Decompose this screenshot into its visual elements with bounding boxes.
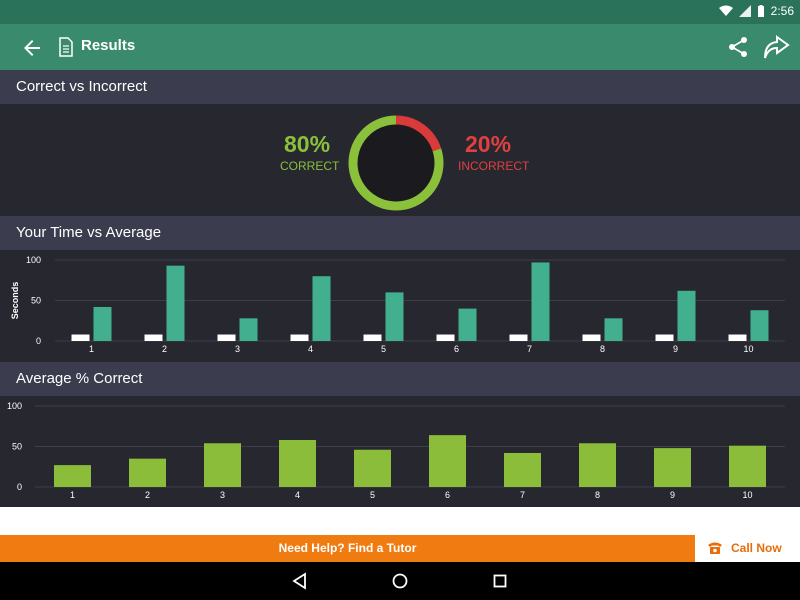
incorrect-label: INCORRECT xyxy=(458,159,530,173)
arrow-back-icon[interactable] xyxy=(20,36,44,60)
forward-icon[interactable] xyxy=(762,34,790,60)
bar xyxy=(504,452,541,487)
bar xyxy=(93,306,112,341)
spacer xyxy=(0,507,800,535)
y-tick-label: 100 xyxy=(26,255,41,265)
signal-icon xyxy=(738,5,751,17)
bar xyxy=(604,318,623,341)
bar xyxy=(166,265,185,341)
clock: 2:56 xyxy=(770,4,794,18)
bar xyxy=(239,318,258,341)
bar xyxy=(531,262,550,341)
average-correct-chart: 0 50 100 1 2 3 4 5 6 7 8 9 10 xyxy=(0,396,800,507)
bar xyxy=(579,443,616,487)
wifi-icon xyxy=(718,5,733,16)
x-tick-label: 6 xyxy=(454,344,459,354)
bar xyxy=(729,445,766,487)
x-tick-label: 9 xyxy=(670,490,675,500)
x-tick-label: 8 xyxy=(600,344,605,354)
bar xyxy=(363,334,382,341)
find-tutor-button[interactable]: Need Help? Find a Tutor xyxy=(0,535,695,562)
section-header-average-correct: Average % Correct xyxy=(0,362,800,396)
correct-label: CORRECT xyxy=(280,159,340,173)
x-tick-label: 4 xyxy=(295,490,300,500)
y-tick-label: 0 xyxy=(17,482,22,492)
y-axis-label: Seconds xyxy=(10,282,20,320)
bar xyxy=(312,276,331,341)
x-tick-label: 2 xyxy=(145,490,150,500)
x-tick-label: 7 xyxy=(527,344,532,354)
x-tick-label: 4 xyxy=(308,344,313,354)
bar xyxy=(458,308,477,341)
bar xyxy=(129,458,166,487)
x-tick-label: 10 xyxy=(742,490,752,500)
tutor-bar: Need Help? Find a Tutor Call Now xyxy=(0,535,800,562)
bar xyxy=(677,290,696,341)
section-header-correct-vs-incorrect: Correct vs Incorrect xyxy=(0,70,800,104)
share-icon[interactable] xyxy=(726,35,750,59)
y-tick-label: 50 xyxy=(12,442,22,452)
bar xyxy=(217,334,236,341)
x-tick-label: 3 xyxy=(220,490,225,500)
bar xyxy=(144,334,163,341)
bar xyxy=(655,334,674,341)
incorrect-percent: 20% xyxy=(465,131,512,157)
bar xyxy=(582,334,601,341)
bar xyxy=(54,465,91,487)
call-now-label: Call Now xyxy=(731,541,782,555)
document-icon xyxy=(59,37,73,57)
time-vs-average-chart: 0 50 100 Seconds 1 2 3 4 5 6 7 8 9 10 xyxy=(0,250,800,362)
section-header-time-vs-average: Your Time vs Average xyxy=(0,216,800,250)
bar xyxy=(385,292,404,341)
system-nav-bar xyxy=(0,562,800,600)
bar xyxy=(290,334,309,341)
correct-vs-incorrect-panel: 80% CORRECT 20% INCORRECT xyxy=(0,104,800,216)
x-tick-label: 1 xyxy=(89,344,94,354)
bar xyxy=(436,334,455,341)
nav-home-icon[interactable] xyxy=(390,571,410,591)
bar xyxy=(728,334,747,341)
bar xyxy=(354,449,391,487)
call-now-button[interactable]: Call Now xyxy=(695,535,800,562)
status-bar: 2:56 xyxy=(0,0,800,24)
x-tick-label: 6 xyxy=(445,490,450,500)
find-tutor-label: Need Help? Find a Tutor xyxy=(278,541,417,555)
bar xyxy=(279,440,316,487)
bar xyxy=(204,443,241,487)
x-tick-label: 8 xyxy=(595,490,600,500)
phone-icon xyxy=(708,542,722,554)
bar xyxy=(429,435,466,487)
time-chart-svg: 0 50 100 Seconds 1 2 3 4 5 6 7 8 9 10 xyxy=(10,255,785,354)
bar xyxy=(509,334,528,341)
x-tick-label: 10 xyxy=(743,344,753,354)
x-tick-label: 5 xyxy=(381,344,386,354)
battery-icon xyxy=(757,4,764,17)
x-tick-label: 7 xyxy=(520,490,525,500)
bar xyxy=(750,310,769,341)
page-title: Results xyxy=(81,37,136,54)
x-tick-label: 5 xyxy=(370,490,375,500)
x-tick-label: 3 xyxy=(235,344,240,354)
nav-recents-icon[interactable] xyxy=(490,571,510,591)
section-title: Average % Correct xyxy=(16,370,143,387)
section-title: Correct vs Incorrect xyxy=(16,78,147,95)
bar xyxy=(71,334,90,341)
section-title: Your Time vs Average xyxy=(16,224,162,241)
y-tick-label: 50 xyxy=(31,296,41,306)
correct-percent: 80% xyxy=(284,131,331,157)
average-chart-svg: 0 50 100 1 2 3 4 5 6 7 8 9 10 xyxy=(7,401,785,500)
bar xyxy=(654,448,691,487)
x-tick-label: 1 xyxy=(70,490,75,500)
correct-incorrect-donut xyxy=(348,115,444,211)
nav-back-icon[interactable] xyxy=(290,571,310,591)
app-bar: Results xyxy=(0,24,800,70)
y-tick-label: 100 xyxy=(7,401,22,411)
y-tick-label: 0 xyxy=(36,336,41,346)
x-tick-label: 9 xyxy=(673,344,678,354)
x-tick-label: 2 xyxy=(162,344,167,354)
